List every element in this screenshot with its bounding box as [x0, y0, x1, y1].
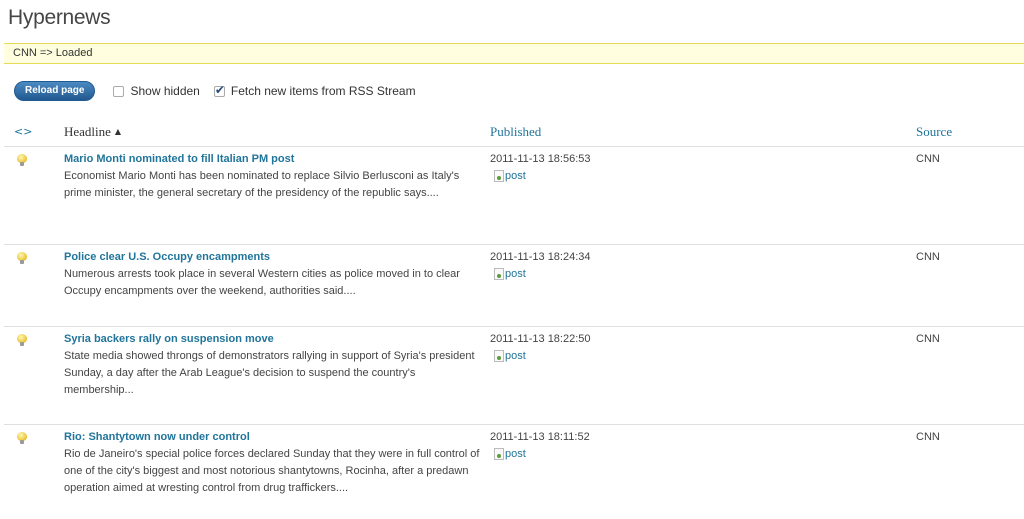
source-name: CNN	[916, 333, 940, 345]
lightbulb-icon[interactable]	[17, 252, 27, 265]
source-name: CNN	[916, 251, 940, 263]
expand-columns-icon[interactable]: <>	[14, 125, 32, 138]
post-link-label[interactable]: post	[505, 449, 526, 460]
news-table: <> Headline ▲ Published Source Mario Mont…	[4, 116, 1024, 503]
post-link-label[interactable]: post	[505, 351, 526, 362]
post-link[interactable]: post	[494, 170, 526, 182]
post-link[interactable]: post	[494, 448, 526, 460]
source-name: CNN	[916, 153, 940, 165]
hypernews-page: Hypernews CNN => Loaded Reload page Show…	[0, 0, 1024, 519]
headline-excerpt: State media showed throngs of demonstrat…	[64, 350, 475, 396]
post-link-label[interactable]: post	[505, 171, 526, 182]
fetch-rss-label: Fetch new items from RSS Stream	[230, 84, 416, 98]
column-header-published[interactable]: Published	[490, 124, 541, 140]
reload-page-button[interactable]: Reload page	[14, 81, 96, 101]
headline-link[interactable]: Syria backers rally on suspension move	[64, 333, 274, 345]
headline-excerpt: Economist Mario Monti has been nominated…	[64, 170, 460, 199]
table-row: Police clear U.S. Occupy encampments Num…	[4, 245, 1024, 327]
post-link-label[interactable]: post	[505, 269, 526, 280]
lightbulb-icon[interactable]	[17, 154, 27, 167]
headline-link[interactable]: Mario Monti nominated to fill Italian PM…	[64, 153, 294, 165]
lightbulb-icon[interactable]	[17, 432, 27, 445]
show-hidden-label: Show hidden	[130, 84, 200, 98]
post-link[interactable]: post	[494, 268, 526, 280]
fetch-rss-checkbox[interactable]: Fetch new items from RSS Stream	[213, 83, 416, 98]
show-hidden-checkbox[interactable]: Show hidden	[113, 84, 200, 98]
status-notice: CNN => Loaded	[4, 43, 1024, 64]
page-title: Hypernews	[8, 6, 111, 29]
document-icon	[494, 350, 504, 362]
headline-link[interactable]: Police clear U.S. Occupy encampments	[64, 251, 270, 263]
table-header: <> Headline ▲ Published Source	[4, 116, 1024, 147]
table-row: Mario Monti nominated to fill Italian PM…	[4, 147, 1024, 245]
source-name: CNN	[916, 431, 940, 443]
toolbar: Reload page Show hidden Fetch new items …	[14, 80, 430, 102]
post-link[interactable]: post	[494, 350, 526, 362]
fetch-rss-checkbox-box[interactable]	[213, 83, 225, 97]
lightbulb-icon[interactable]	[17, 334, 27, 347]
column-header-headline[interactable]: Headline ▲	[64, 124, 121, 140]
show-hidden-checkbox-box[interactable]	[113, 85, 125, 97]
document-icon	[494, 268, 504, 280]
published-date: 2011-11-13 18:24:34	[490, 251, 591, 263]
table-row: Rio: Shantytown now under control Rio de…	[4, 425, 1024, 503]
headline-link[interactable]: Rio: Shantytown now under control	[64, 431, 250, 443]
column-header-headline-label: Headline	[64, 124, 111, 139]
headline-excerpt: Rio de Janeiro's special police forces d…	[64, 448, 480, 494]
column-header-source[interactable]: Source	[916, 124, 952, 140]
published-date: 2011-11-13 18:56:53	[490, 153, 591, 165]
document-icon	[494, 448, 504, 460]
sort-ascending-icon: ▲	[114, 127, 122, 136]
document-icon	[494, 170, 504, 182]
published-date: 2011-11-13 18:11:52	[490, 431, 590, 443]
headline-excerpt: Numerous arrests took place in several W…	[64, 268, 460, 297]
published-date: 2011-11-13 18:22:50	[490, 333, 591, 345]
table-row: Syria backers rally on suspension move S…	[4, 327, 1024, 425]
